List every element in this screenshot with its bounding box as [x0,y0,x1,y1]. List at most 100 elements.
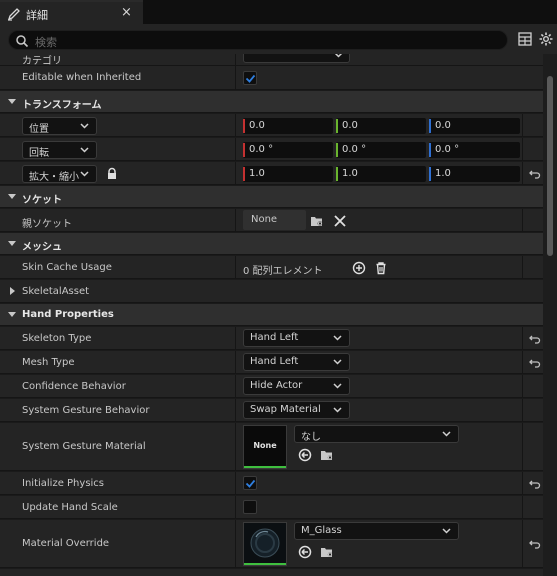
initialize-physics-label: Initialize Physics [22,478,105,489]
mesh-type-row: Mesh Type Hand Left [0,351,543,374]
skeleton-type-row: Skeleton Type Hand Left [0,327,543,350]
parent-socket-label: 親ソケット [22,219,72,230]
collapse-arrow-icon [8,312,16,317]
scrollbar[interactable] [543,54,557,576]
gesture-material-thumbnail[interactable]: None [243,425,287,469]
mesh-title: メッシュ [22,242,62,253]
reset-to-default-icon[interactable] [529,538,541,550]
hand-properties-title: Hand Properties [22,309,114,320]
location-x-field[interactable]: 0.0 [243,118,333,134]
rotation-x-field[interactable]: 0.0 ° [243,142,333,158]
material-override-thumbnail[interactable] [243,522,287,566]
skeleton-type-combo[interactable]: Hand Left [243,329,350,347]
tab-details[interactable]: 詳細 × [0,0,143,24]
pencil-icon [7,8,20,21]
mesh-category[interactable]: メッシュ [0,233,543,255]
search-placeholder: 検索 [35,36,57,49]
scale-x-field[interactable]: 1.0 [243,166,333,182]
update-hand-scale-checkbox[interactable] [243,500,257,514]
search-icon [16,35,29,48]
browse-folder-icon[interactable] [320,545,334,559]
update-hand-scale-row: Update Hand Scale [0,496,543,519]
editable-when-inherited-row: Editable when Inherited [0,66,543,90]
checkmark-icon [245,479,256,488]
lock-icon[interactable] [105,167,119,181]
gesture-behavior-label: System Gesture Behavior [22,405,150,416]
rotation-combo[interactable]: 回転 [22,141,97,159]
scale-combo[interactable]: 拡大・縮小 [22,165,97,183]
scale-row: 拡大・縮小 1.0 1.0 1.0 [0,162,543,185]
add-element-icon[interactable] [352,261,366,275]
location-combo[interactable]: 位置 [22,117,97,135]
collapse-arrow-icon [8,99,16,104]
scale-z-field[interactable]: 1.0 [429,166,520,182]
material-override-row: Material Override M_Glass [0,520,543,568]
mesh-type-label: Mesh Type [22,357,75,368]
parent-socket-field[interactable]: None [243,210,306,230]
tab-bar: 詳細 × [0,0,557,24]
category-row: カテゴリ [0,54,543,67]
rotation-y-field[interactable]: 0.0 ° [336,142,426,158]
update-hand-scale-label: Update Hand Scale [22,502,118,513]
hand-properties-category[interactable]: Hand Properties [0,304,543,326]
browse-folder-icon[interactable] [320,448,334,462]
editable-label: Editable when Inherited [22,72,142,83]
use-selected-icon[interactable] [298,545,312,559]
socket-title: ソケット [22,195,62,206]
editable-checkbox[interactable] [243,71,257,85]
gesture-material-label: System Gesture Material [22,441,146,452]
search-input[interactable]: 検索 [8,30,508,50]
close-icon[interactable]: × [121,6,132,20]
scrollbar-thumb[interactable] [547,76,553,256]
transform-title: トランスフォーム [22,100,102,111]
category-combo[interactable] [243,54,350,63]
use-selected-icon[interactable] [298,448,312,462]
glass-sphere-preview [250,528,280,558]
gesture-behavior-row: System Gesture Behavior Swap Material [0,399,543,422]
location-row: 位置 0.0 0.0 0.0 [0,114,543,137]
confidence-behavior-combo[interactable]: Hide Actor [243,377,350,395]
clear-icon[interactable] [333,214,347,228]
location-y-field[interactable]: 0.0 [336,118,426,134]
mesh-type-combo[interactable]: Hand Left [243,353,350,371]
skin-cache-row: Skin Cache Usage 0 配列エレメント [0,256,543,279]
chevron-down-icon [80,171,89,177]
reset-to-default-icon[interactable] [529,357,541,369]
tab-title: 詳細 [26,9,48,22]
chevron-down-icon [334,54,343,58]
socket-category[interactable]: ソケット [0,186,543,208]
parent-socket-row: 親ソケット None [0,209,543,232]
initialize-physics-row: Initialize Physics [0,472,543,495]
trash-icon[interactable] [374,261,388,275]
skin-cache-label: Skin Cache Usage [22,262,112,273]
rotation-z-field[interactable]: 0.0 ° [429,142,520,158]
gear-icon[interactable] [538,31,554,47]
expand-arrow-icon [10,287,15,295]
collapse-arrow-icon [8,241,16,246]
chevron-down-icon [333,383,342,389]
skin-cache-value: 0 配列エレメント [243,266,323,277]
transform-category[interactable]: トランスフォーム [0,91,543,113]
collapse-arrow-icon [8,194,16,199]
reset-to-default-icon[interactable] [529,333,541,345]
rotation-row: 回転 0.0 ° 0.0 ° 0.0 ° [0,138,543,161]
skeleton-type-label: Skeleton Type [22,333,92,344]
next-row-partial [0,569,543,576]
material-override-combo[interactable]: M_Glass [294,522,459,540]
chevron-down-icon [80,123,89,129]
chevron-down-icon [442,431,451,437]
gesture-material-row: System Gesture Material None なし [0,423,543,471]
scale-y-field[interactable]: 1.0 [336,166,426,182]
reset-to-default-icon[interactable] [529,168,541,180]
gesture-material-combo[interactable]: なし [294,425,459,443]
scale-label: 拡大・縮小 [29,172,79,183]
confidence-behavior-label: Confidence Behavior [22,381,126,392]
search-row: 検索 [0,24,557,54]
skeletal-asset-row[interactable]: SkeletalAsset [0,280,543,303]
table-view-icon[interactable] [518,32,532,46]
initialize-physics-checkbox[interactable] [243,476,257,490]
gesture-behavior-combo[interactable]: Swap Material [243,401,350,419]
reset-to-default-icon[interactable] [529,478,541,490]
location-z-field[interactable]: 0.0 [429,118,520,134]
browse-folder-icon[interactable] [310,214,324,228]
